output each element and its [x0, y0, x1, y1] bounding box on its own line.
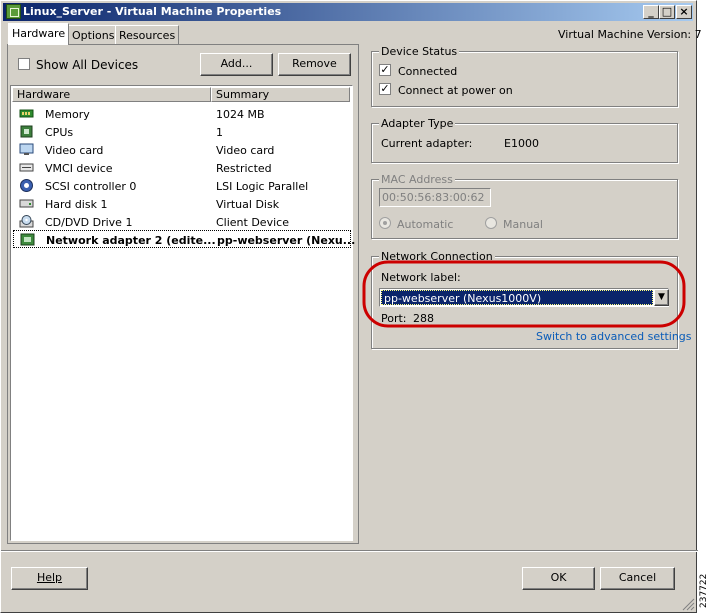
- cancel-button[interactable]: Cancel: [600, 567, 675, 590]
- hardware-summary: 1: [216, 126, 223, 139]
- help-button[interactable]: Help: [11, 567, 88, 590]
- list-item[interactable]: Memory 1024 MB: [13, 105, 351, 123]
- mac-address-label: MAC Address: [379, 173, 455, 186]
- connect-at-power-on-checkbox[interactable]: ✓: [379, 83, 391, 95]
- hardware-summary: Virtual Disk: [216, 198, 280, 211]
- title-bar[interactable]: Linux_Server - Virtual Machine Propertie…: [3, 3, 693, 21]
- automatic-label: Automatic: [397, 218, 454, 231]
- figure-number: 237722: [699, 573, 709, 608]
- vm-properties-window: Linux_Server - Virtual Machine Propertie…: [0, 0, 702, 613]
- device-status-label: Device Status: [379, 45, 460, 58]
- list-item[interactable]: CD/DVD Drive 1 Client Device: [13, 213, 351, 231]
- hardware-summary: LSI Logic Parallel: [216, 180, 309, 193]
- footer-separator: [1, 550, 698, 552]
- show-all-devices-label: Show All Devices: [36, 58, 139, 72]
- connected-label: Connected: [398, 65, 458, 78]
- tab-hardware[interactable]: Hardware: [8, 23, 70, 45]
- column-header-hardware[interactable]: Hardware: [12, 87, 211, 102]
- hardware-name: Video card: [45, 144, 104, 157]
- mac-address-field[interactable]: 00:50:56:83:00:62: [379, 188, 491, 207]
- manual-label: Manual: [503, 218, 543, 231]
- column-header-summary[interactable]: Summary: [211, 87, 350, 102]
- current-adapter-label: Current adapter:: [381, 137, 473, 150]
- network-adapter-icon: [20, 233, 35, 246]
- hardware-list[interactable]: Hardware Summary Memory 1024 MB CPUs 1 V…: [10, 85, 355, 541]
- maximize-button[interactable]: □: [659, 5, 675, 19]
- cpu-icon: [19, 125, 34, 138]
- list-item[interactable]: VMCI device Restricted: [13, 159, 351, 177]
- switch-to-advanced-settings-link[interactable]: Switch to advanced settings: [536, 330, 692, 343]
- list-item[interactable]: Video card Video card: [13, 141, 351, 159]
- add-button[interactable]: Add...: [200, 53, 273, 76]
- highlight-ellipse: [362, 260, 686, 328]
- tab-options[interactable]: Options: [68, 25, 119, 45]
- hardware-name: VMCI device: [45, 162, 113, 175]
- hardware-summary: Video card: [216, 144, 275, 157]
- connected-checkbox[interactable]: ✓: [379, 64, 391, 76]
- hardware-summary: Client Device: [216, 216, 289, 229]
- list-item[interactable]: SCSI controller 0 LSI Logic Parallel: [13, 177, 351, 195]
- close-button[interactable]: ×: [676, 5, 692, 19]
- show-all-devices-checkbox[interactable]: [18, 58, 30, 70]
- hardware-name: CPUs: [45, 126, 74, 139]
- current-adapter-value: E1000: [504, 137, 539, 150]
- hardware-name: SCSI controller 0: [45, 180, 137, 193]
- adapter-type-label: Adapter Type: [379, 117, 456, 130]
- remove-button[interactable]: Remove: [278, 53, 351, 76]
- hardware-name: Hard disk 1: [45, 198, 108, 211]
- cd-dvd-icon: [19, 215, 34, 228]
- vmci-device-icon: [19, 161, 34, 174]
- minimize-button[interactable]: _: [643, 5, 659, 19]
- automatic-radio[interactable]: [379, 217, 391, 229]
- hardware-name: CD/DVD Drive 1: [45, 216, 133, 229]
- list-item[interactable]: CPUs 1: [13, 123, 351, 141]
- tab-resources[interactable]: Resources: [115, 25, 180, 45]
- scsi-controller-icon: [19, 179, 34, 192]
- resize-grip-icon[interactable]: [681, 597, 695, 611]
- list-item[interactable]: Hard disk 1 Virtual Disk: [13, 195, 351, 213]
- window-title: Linux_Server - Virtual Machine Propertie…: [23, 5, 282, 18]
- vm-version-label: Virtual Machine Version: 7: [558, 28, 702, 41]
- memory-icon: [19, 107, 34, 120]
- list-item-selected[interactable]: Network adapter 2 (edite... pp-webserver…: [13, 230, 355, 248]
- hardware-summary: 1024 MB: [216, 108, 265, 121]
- ok-button[interactable]: OK: [522, 567, 595, 590]
- video-card-icon: [19, 143, 34, 156]
- device-status-group: [371, 51, 678, 107]
- hard-disk-icon: [19, 197, 34, 210]
- hardware-name: Network adapter 2 (edite...: [46, 234, 216, 247]
- manual-radio[interactable]: [485, 217, 497, 229]
- hardware-summary: pp-webserver (Nexu...: [217, 234, 356, 247]
- connect-at-power-on-label: Connect at power on: [398, 84, 513, 97]
- vm-window-icon: [6, 4, 21, 19]
- hardware-summary: Restricted: [216, 162, 272, 175]
- hardware-name: Memory: [45, 108, 90, 121]
